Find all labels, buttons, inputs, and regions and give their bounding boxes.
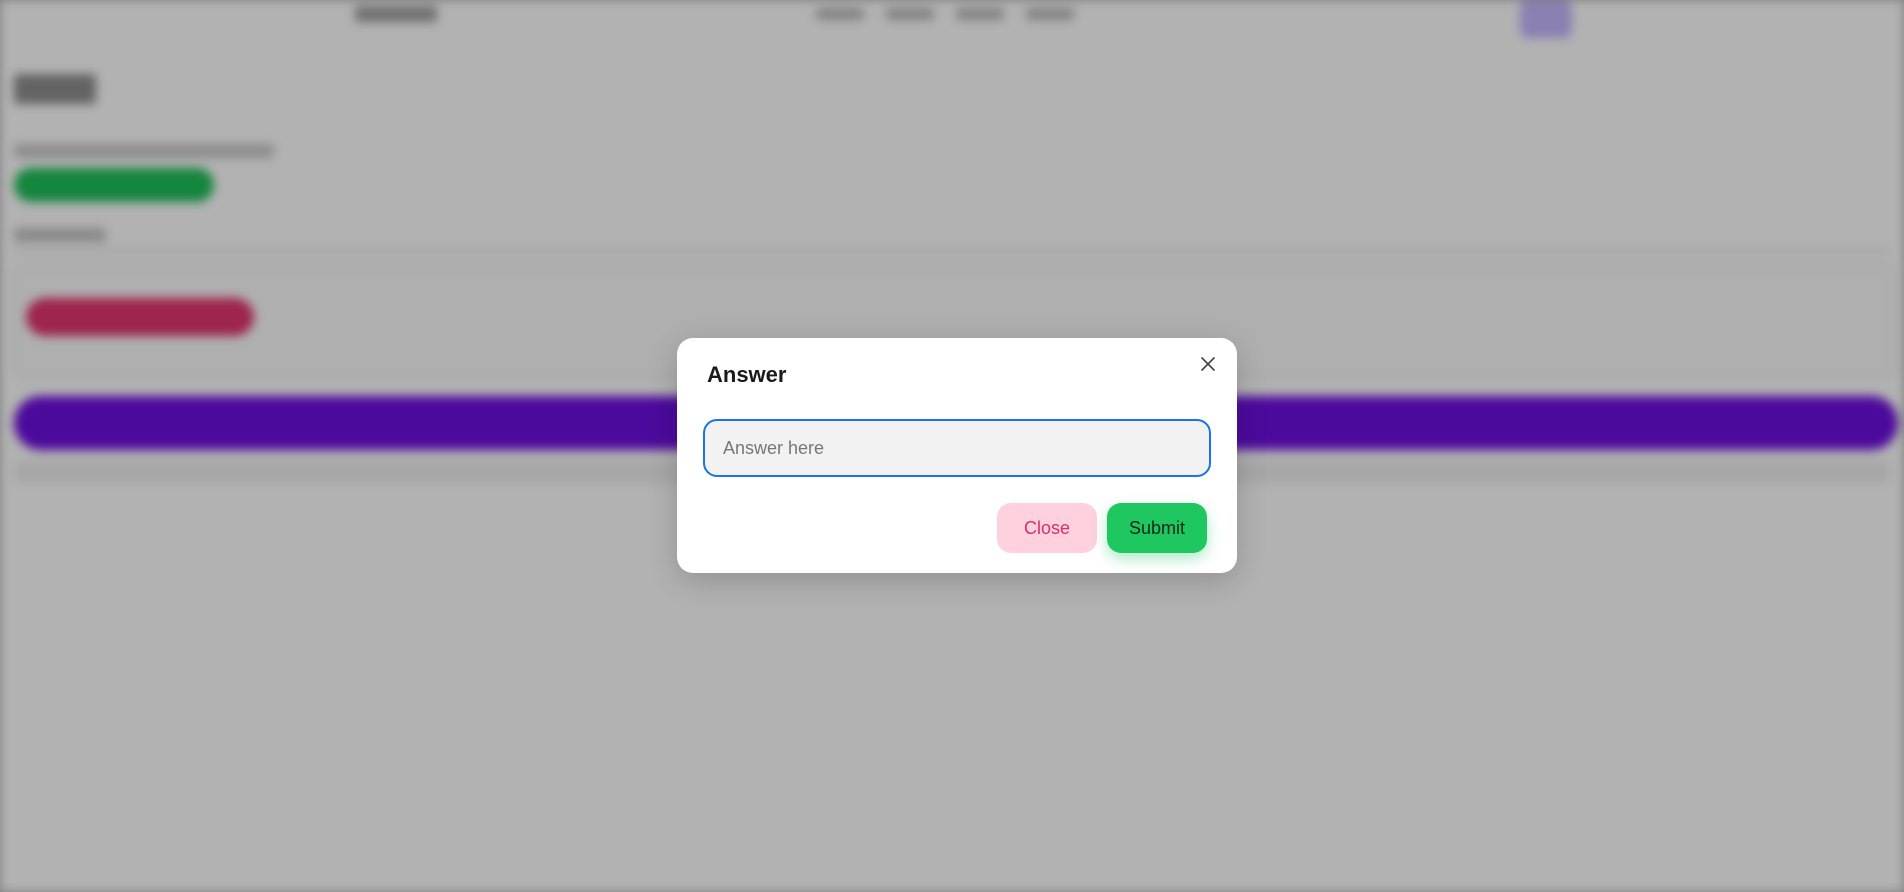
- dialog-close-button[interactable]: [1195, 352, 1221, 378]
- close-button[interactable]: Close: [997, 503, 1097, 553]
- submit-button[interactable]: Submit: [1107, 503, 1207, 553]
- answer-dialog: Answer Close Submit: [677, 338, 1237, 573]
- answer-input[interactable]: [703, 419, 1211, 477]
- dialog-title: Answer: [707, 362, 787, 387]
- close-icon: [1201, 356, 1215, 374]
